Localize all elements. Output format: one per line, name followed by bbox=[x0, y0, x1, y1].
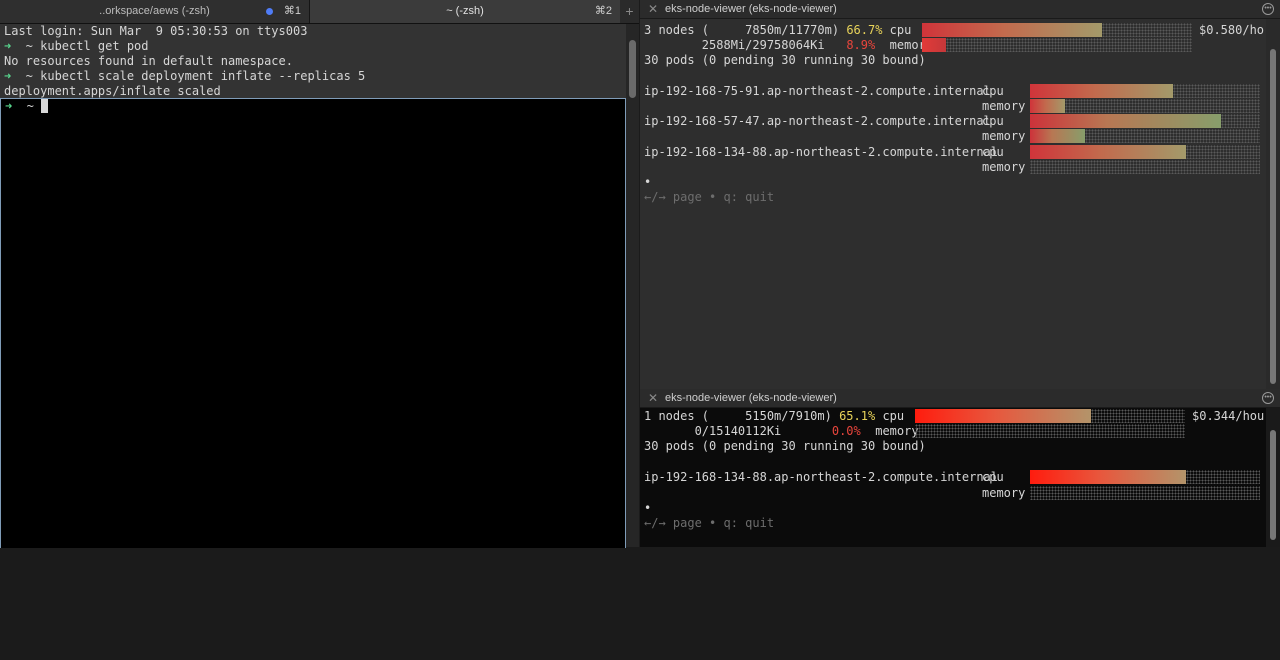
node-cpu-label: cpu bbox=[982, 145, 1004, 159]
bar-track bbox=[915, 424, 1185, 438]
node-cpu-label: cpu bbox=[982, 84, 1004, 98]
price: $0.580/ho bbox=[1199, 23, 1265, 37]
text-cursor bbox=[41, 99, 49, 113]
inactive-pane[interactable]: Last login: Sun Mar 9 05:30:53 on ttys00… bbox=[0, 24, 626, 99]
tab-aews-zsh[interactable]: ..orkspace/aews (-zsh) ⌘1 bbox=[0, 0, 310, 23]
bar-track bbox=[1102, 23, 1192, 37]
scrollbar-thumb[interactable] bbox=[1270, 49, 1276, 384]
bar-track bbox=[1186, 145, 1260, 159]
bar-fill bbox=[1030, 84, 1173, 98]
scrollbar[interactable] bbox=[626, 24, 639, 547]
bar-fill bbox=[915, 409, 1091, 423]
terminal-prompt-line: ➜ ~ bbox=[5, 99, 49, 114]
terminal-line: ➜ ~ kubectl get pod bbox=[4, 39, 149, 53]
bar-track bbox=[1090, 409, 1185, 423]
summary-cpu-line: 3 nodes ( 7850m/11770m) 66.7% cpu bbox=[644, 23, 912, 37]
scrollbar[interactable] bbox=[1266, 19, 1280, 389]
bar-fill bbox=[922, 23, 1103, 37]
bottom-pane-body[interactable]: 1 nodes ( 5150m/7910m) 65.1% cpu $0.344/… bbox=[640, 408, 1266, 547]
node-memory-bar bbox=[1030, 99, 1260, 113]
node-cpu-label: cpu bbox=[982, 114, 1004, 128]
close-icon[interactable]: ✕ bbox=[648, 389, 658, 407]
bullet: • bbox=[644, 501, 652, 515]
terminal-line: No resources found in default namespace. bbox=[4, 54, 293, 68]
more-options-icon[interactable]: ••• bbox=[1262, 3, 1274, 15]
help-footer: ←/→ page • q: quit bbox=[644, 516, 775, 530]
summary-memory-bar bbox=[915, 424, 1185, 438]
summary-memory-bar bbox=[922, 38, 1192, 52]
new-tab-button[interactable]: + bbox=[620, 0, 639, 23]
summary-cpu-bar bbox=[915, 409, 1185, 423]
summary-cpu-bar bbox=[922, 23, 1192, 37]
summary-memory-line: 0/15140112Ki 0.0% memory bbox=[644, 424, 919, 438]
bar-fill bbox=[1030, 470, 1187, 484]
node-memory-label: memory bbox=[982, 99, 1026, 113]
left-terminal-window: ..orkspace/aews (-zsh) ⌘1 ~ (-zsh) ⌘2 + … bbox=[0, 0, 639, 548]
bar-track bbox=[1064, 99, 1260, 113]
terminal-line: ➜ ~ kubectl scale deployment inflate --r… bbox=[4, 69, 366, 83]
bar-fill bbox=[1030, 145, 1187, 159]
cpu-percent: 66.7% bbox=[846, 23, 883, 37]
cpu-percent: 65.1% bbox=[839, 409, 876, 423]
terminal-line: deployment.apps/inflate scaled bbox=[4, 84, 221, 98]
bullet: • bbox=[644, 175, 652, 189]
node-memory-bar bbox=[1030, 160, 1260, 174]
bar-track bbox=[1220, 114, 1260, 128]
node-name: ip-192-168-134-88.ap-northeast-2.compute… bbox=[644, 470, 999, 484]
more-options-icon[interactable]: ••• bbox=[1262, 392, 1274, 404]
scrollbar-thumb[interactable] bbox=[1270, 430, 1276, 540]
node-memory-bar bbox=[1030, 486, 1260, 500]
scrollbar-thumb[interactable] bbox=[629, 40, 636, 98]
bar-track bbox=[1030, 160, 1260, 174]
scrollbar[interactable] bbox=[1266, 408, 1280, 547]
bottom-pane-header: ✕ eks-node-viewer (eks-node-viewer) ••• bbox=[640, 389, 1280, 408]
node-cpu-bar bbox=[1030, 84, 1260, 98]
price: $0.344/hou bbox=[1192, 409, 1265, 423]
node-memory-label: memory bbox=[982, 129, 1026, 143]
node-cpu-bar bbox=[1030, 114, 1260, 128]
bar-fill bbox=[1030, 114, 1221, 128]
node-memory-label: memory bbox=[982, 160, 1026, 174]
tab-shortcut: ⌘1 bbox=[283, 5, 301, 17]
node-memory-bar bbox=[1030, 129, 1260, 143]
top-pane-header: ✕ eks-node-viewer (eks-node-viewer) ••• bbox=[640, 0, 1280, 19]
memory-percent: 0.0% bbox=[831, 424, 861, 438]
node-cpu-label: cpu bbox=[982, 470, 1004, 484]
terminal-line: Last login: Sun Mar 9 05:30:53 on ttys00… bbox=[4, 24, 308, 38]
node-name: ip-192-168-57-47.ap-northeast-2.compute.… bbox=[644, 114, 991, 128]
node-name: ip-192-168-134-88.ap-northeast-2.compute… bbox=[644, 145, 999, 159]
node-cpu-bar bbox=[1030, 470, 1260, 484]
bar-fill bbox=[1030, 129, 1086, 143]
bar-fill bbox=[1030, 99, 1065, 113]
tab-shortcut: ⌘2 bbox=[594, 5, 612, 17]
pane-title: eks-node-viewer (eks-node-viewer) bbox=[665, 392, 837, 404]
node-cpu-bar bbox=[1030, 145, 1260, 159]
tab-label: ~ (-zsh) bbox=[446, 5, 484, 17]
active-terminal-pane[interactable]: ➜ ~ bbox=[0, 98, 626, 548]
bar-track bbox=[1186, 470, 1260, 484]
bar-track bbox=[1172, 84, 1260, 98]
bar-track bbox=[1030, 486, 1260, 500]
activity-dot-icon bbox=[266, 8, 273, 15]
pods-line: 30 pods (0 pending 30 running 30 bound) bbox=[644, 439, 926, 453]
close-icon[interactable]: ✕ bbox=[648, 0, 658, 18]
bar-track bbox=[1085, 129, 1260, 143]
tab-bar: ..orkspace/aews (-zsh) ⌘1 ~ (-zsh) ⌘2 + bbox=[0, 0, 639, 24]
help-footer: ←/→ page • q: quit bbox=[644, 190, 775, 204]
memory-percent: 8.9% bbox=[846, 38, 876, 52]
node-name: ip-192-168-75-91.ap-northeast-2.compute.… bbox=[644, 84, 991, 98]
bar-fill bbox=[922, 38, 947, 52]
tab-home-zsh[interactable]: ~ (-zsh) ⌘2 bbox=[310, 0, 620, 23]
tab-label: ..orkspace/aews (-zsh) bbox=[99, 5, 210, 17]
pane-title: eks-node-viewer (eks-node-viewer) bbox=[665, 3, 837, 15]
pods-line: 30 pods (0 pending 30 running 30 bound) bbox=[644, 53, 926, 67]
top-pane-body[interactable]: 3 nodes ( 7850m/11770m) 66.7% cpu $0.580… bbox=[640, 19, 1266, 389]
summary-cpu-line: 1 nodes ( 5150m/7910m) 65.1% cpu bbox=[644, 409, 905, 423]
bar-track bbox=[946, 38, 1192, 52]
node-memory-label: memory bbox=[982, 486, 1026, 500]
summary-memory-line: 2588Mi/29758064Ki 8.9% memory bbox=[644, 38, 934, 52]
